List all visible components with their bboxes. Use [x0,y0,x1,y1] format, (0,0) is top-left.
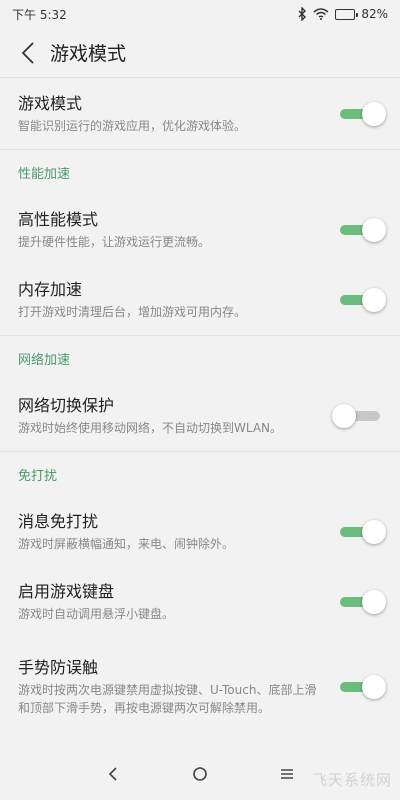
battery-percent: 82% [361,7,388,21]
section-header-performance: 性能加速 [0,149,400,195]
page-title: 游戏模式 [50,43,127,65]
memory-boost-toggle[interactable] [338,288,386,312]
home-icon[interactable] [185,759,215,789]
setting-row-game-keyboard[interactable]: 启用游戏键盘 游戏时自动调用悬浮小键盘。 [0,567,400,637]
setting-desc: 打开游戏时清理后台，增加游戏可用内存。 [18,305,247,319]
high-performance-toggle[interactable] [338,218,386,242]
status-time: 下午 5:32 [12,7,67,22]
network-protection-toggle[interactable] [332,404,382,428]
setting-row-gesture-protection[interactable]: 手势防误触 游戏时按两次电源键禁用虚拟按键、U-Touch、底部上滑和顶部下滑手… [0,637,400,737]
toggle-knob [362,218,386,242]
status-bar: 下午 5:32 82% [0,0,400,28]
section-header-dnd: 免打扰 [0,451,400,497]
setting-title: 高性能模式 [18,210,99,229]
section-header-network: 网络加速 [0,335,400,381]
setting-title: 网络切换保护 [18,396,115,415]
menu-icon[interactable] [272,759,302,789]
setting-desc: 提升硬件性能，让游戏运行更流畅。 [18,235,211,249]
wifi-icon [313,7,329,21]
toggle-knob [362,102,386,126]
setting-row-message-dnd[interactable]: 消息免打扰 游戏时屏蔽横幅通知，来电、闹钟除外。 [0,497,400,567]
toggle-knob [362,288,386,312]
setting-row-high-performance[interactable]: 高性能模式 提升硬件性能，让游戏运行更流畅。 [0,195,400,265]
setting-row-memory-boost[interactable]: 内存加速 打开游戏时清理后台，增加游戏可用内存。 [0,265,400,335]
toggle-knob [332,404,356,428]
status-icons: 82% [297,7,388,21]
setting-desc: 智能识别运行的游戏应用，优化游戏体验。 [18,119,247,133]
screen: 下午 5:32 82% 游戏模式 游戏模式 智能识别运行的游戏应用，优化游戏体验… [0,0,400,800]
setting-title: 手势防误触 [18,658,99,677]
settings-list: 游戏模式 智能识别运行的游戏应用，优化游戏体验。 性能加速 高性能模式 提升硬件… [0,79,400,737]
toggle-knob [362,590,386,614]
setting-desc: 游戏时屏蔽横幅通知，来电、闹钟除外。 [18,537,235,551]
gesture-protection-toggle[interactable] [338,675,386,699]
setting-row-game-mode[interactable]: 游戏模式 智能识别运行的游戏应用，优化游戏体验。 [0,79,400,149]
toggle-knob [362,520,386,544]
app-header: 游戏模式 [0,28,400,78]
game-mode-toggle[interactable] [338,102,386,126]
toggle-knob [362,675,386,699]
message-dnd-toggle[interactable] [338,520,386,544]
back-arrow-icon[interactable] [14,39,42,67]
setting-desc: 游戏时按两次电源键禁用虚拟按键、U-Touch、底部上滑和顶部下滑手势，再按电源… [18,683,317,715]
game-keyboard-toggle[interactable] [338,590,386,614]
setting-row-network-protection[interactable]: 网络切换保护 游戏时始终使用移动网络，不自动切换到WLAN。 [0,381,400,451]
battery-icon [335,7,359,21]
setting-title: 消息免打扰 [18,512,99,531]
setting-desc: 游戏时自动调用悬浮小键盘。 [18,607,175,621]
back-icon[interactable] [98,759,128,789]
setting-title: 启用游戏键盘 [18,582,115,601]
setting-desc: 游戏时始终使用移动网络，不自动切换到WLAN。 [18,421,283,435]
setting-title: 内存加速 [18,280,83,299]
watermark: 飞天系统网 [311,771,392,789]
setting-title: 游戏模式 [18,94,83,113]
bluetooth-icon [297,7,307,21]
